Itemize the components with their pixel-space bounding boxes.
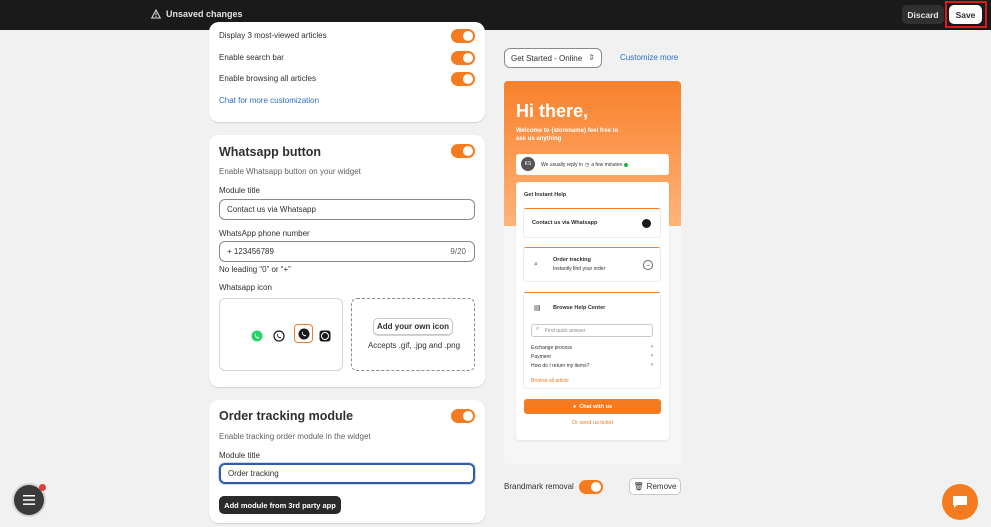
widget-preview: Hi there, Welcome to {storename} feel fr… [504, 81, 681, 464]
preview-whatsapp-label: Contact us via Whatsapp [532, 220, 598, 226]
custom-icon-upload[interactable]: Add your own icon Accepts .gif, .jpg and… [351, 298, 475, 371]
setting-label-most-viewed: Display 3 most-viewed articles [219, 31, 327, 40]
whatsapp-toggle[interactable] [451, 144, 475, 158]
trash-icon: 🗑 [633, 482, 644, 491]
customize-more-link[interactable]: Customize more [620, 53, 678, 62]
add-own-icon-button[interactable]: Add your own icon [373, 318, 453, 335]
preview-search-input[interactable]: Find quick answer [531, 324, 653, 337]
phone-number-input[interactable]: + 123456789 9/20 [219, 241, 475, 262]
online-dot [624, 162, 629, 167]
menu-button[interactable] [14, 484, 46, 515]
avatar: KS [521, 157, 535, 171]
whatsapp-module-title-input[interactable]: Contact us via Whatsapp [219, 199, 475, 220]
chat-customization-link[interactable]: Chat for more customization [219, 96, 319, 105]
accepted-formats: Accepts .gif, .jpg and .png [367, 341, 461, 350]
order-module-title-label: Module title [219, 451, 260, 460]
add-3rd-party-module-button[interactable]: Add module from 3rd party app [219, 496, 341, 514]
unsaved-status: Unsaved changes [151, 9, 243, 19]
order-module-title-input[interactable]: Order tracking [219, 463, 475, 484]
preview-order-card[interactable]: ⌕ Order tracking Instantly find your ord… [523, 247, 661, 282]
order-module-title-value: Order tracking [228, 469, 279, 478]
chat-launcher-button[interactable] [942, 484, 978, 520]
module-title-label: Module title [219, 186, 260, 195]
chevron-right-icon: › [651, 344, 653, 350]
preview-order-label: Order tracking [553, 257, 591, 263]
chat-bubble-icon: ● [572, 403, 577, 410]
icon-picker [219, 298, 343, 371]
browse-all-link[interactable]: Browse all article [531, 378, 569, 384]
unsaved-label: Unsaved changes [166, 9, 243, 19]
get-help-title: Get Instant Help [524, 192, 567, 198]
whatsapp-outline-icon[interactable] [272, 329, 286, 343]
warning-icon [151, 9, 161, 19]
preview-greeting: Hi there, [516, 101, 589, 121]
article-title: Payment [531, 354, 551, 360]
top-bar: Unsaved changes Discard Save [0, 0, 991, 30]
most-viewed-toggle[interactable] [451, 29, 475, 43]
preview-welcome: Welcome to {storename} feel free to ask … [516, 128, 619, 142]
whatsapp-card-title: Whatsapp button [219, 145, 322, 159]
chevron-right-icon: › [651, 353, 653, 359]
order-tracking-toggle[interactable] [451, 409, 475, 423]
reply-time-banner: KS We usually reply in ◷ a few minutes [516, 154, 669, 175]
phone-char-counter: 9/20 [450, 247, 466, 256]
remove-label: Remove [646, 482, 677, 491]
whatsapp-dark-icon[interactable] [297, 327, 311, 341]
preview-whatsapp-card[interactable]: Contact us via Whatsapp [523, 208, 661, 238]
clock-icon: ◷ [584, 161, 590, 168]
phone-number-label: WhatsApp phone number [219, 229, 310, 238]
hamburger-icon [23, 495, 35, 505]
order-card-title: Order tracking module [219, 409, 354, 423]
reply-time: a few minutes [591, 161, 623, 168]
whatsapp-button-card: Whatsapp button Enable Whatsapp button o… [209, 135, 485, 387]
select-chevron-icon: ⇕ [588, 53, 595, 62]
article-title: How do I return my items? [531, 363, 590, 369]
reply-text: We usually reply in [541, 161, 583, 168]
phone-number-value: + 123456789 [227, 247, 274, 256]
article-item[interactable]: How do I return my items? › [531, 362, 653, 369]
whatsapp-icon-label: Whatsapp icon [219, 283, 272, 292]
document-icon: ▤ [534, 305, 541, 312]
browse-all-toggle[interactable] [451, 72, 475, 86]
preview-help-center-card: ▤ Browse Help Center Find quick answer E… [523, 292, 661, 389]
chat-icon [953, 496, 967, 508]
whatsapp-square-icon[interactable] [318, 329, 332, 343]
chevron-right-icon: › [651, 362, 653, 368]
send-ticket-link[interactable]: Or send us ticket [516, 420, 669, 426]
chat-with-us-button[interactable]: ● Chat with us [524, 399, 661, 414]
remove-button[interactable]: 🗑 Remove [629, 478, 681, 495]
article-item[interactable]: Exchange process › [531, 344, 653, 351]
brandmark-removal-toggle[interactable] [579, 480, 603, 494]
tracking-icon: ⌕ [534, 261, 538, 268]
setting-label-browse-all: Enable browsing all articles [219, 74, 316, 83]
chat-with-us-label: Chat with us [579, 403, 613, 410]
phone-hint: No leading “0” or “+” [219, 265, 291, 274]
help-center-settings-card: Display 3 most-viewed articles Enable se… [209, 22, 485, 122]
preview-state-select[interactable]: Get Started - Online ⇕ [504, 48, 602, 68]
whatsapp-icon [642, 219, 651, 228]
brandmark-removal-label: Brandmark removal [504, 482, 574, 491]
order-tracking-card: Order tracking module Enable tracking or… [209, 400, 485, 523]
preview-search-placeholder: Find quick answer [545, 327, 586, 334]
order-card-description: Enable tracking order module in the widg… [219, 432, 371, 441]
setting-label-search-bar: Enable search bar [219, 53, 284, 62]
whatsapp-green-icon[interactable] [250, 329, 264, 343]
preview-state-value: Get Started - Online [511, 53, 583, 63]
whatsapp-module-title-value: Contact us via Whatsapp [227, 205, 316, 214]
search-bar-toggle[interactable] [451, 51, 475, 65]
preview-help-label: Browse Help Center [553, 305, 606, 311]
arrow-right-icon: → [643, 260, 653, 270]
article-title: Exchange process [531, 345, 573, 351]
article-item[interactable]: Payment › [531, 353, 653, 360]
preview-order-sub: Instantly find your order [553, 266, 606, 272]
instant-help-panel: Get Instant Help Contact us via Whatsapp… [516, 182, 669, 440]
whatsapp-card-description: Enable Whatsapp button on your widget [219, 167, 361, 176]
discard-button[interactable]: Discard [902, 5, 944, 24]
save-button[interactable]: Save [949, 5, 982, 24]
